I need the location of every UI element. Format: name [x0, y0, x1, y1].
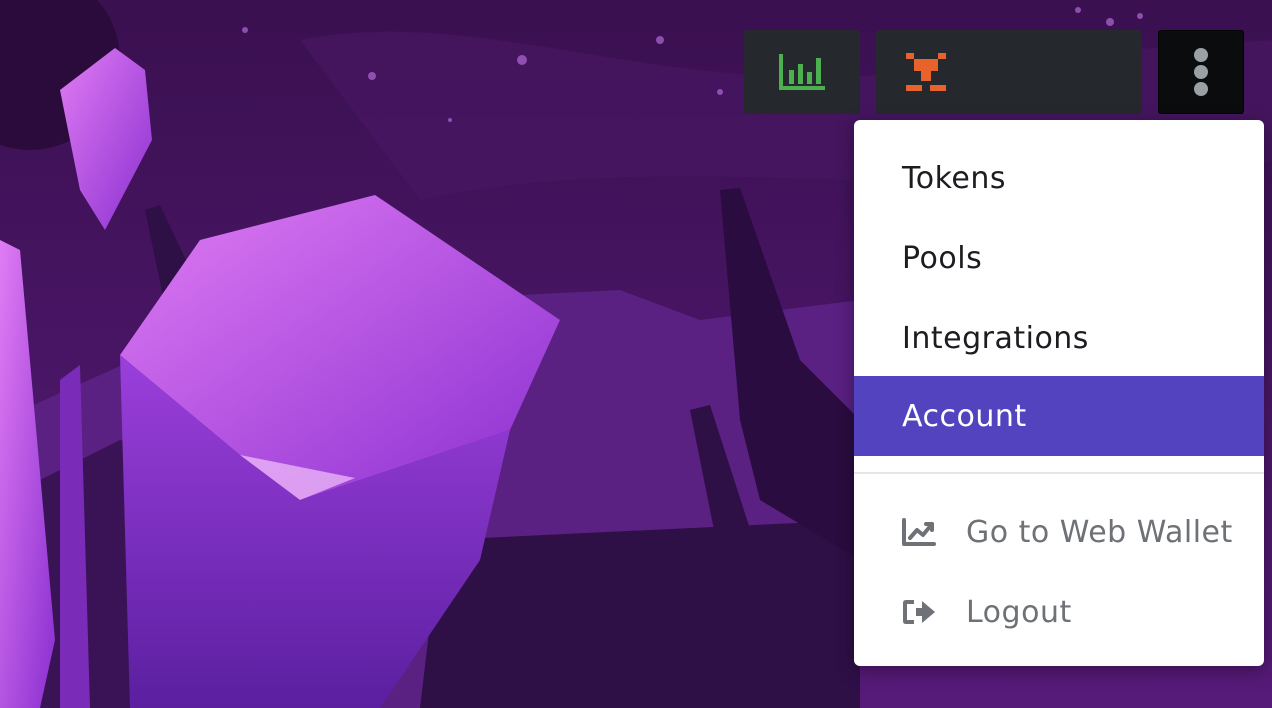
bar-chart-icon	[777, 52, 827, 92]
menu-item-account[interactable]: Account	[854, 376, 1264, 456]
menu-divider	[854, 472, 1264, 474]
line-chart-icon	[902, 518, 936, 546]
bridge-node-icon	[906, 53, 946, 91]
stats-button[interactable]	[744, 30, 860, 114]
menu-item-pools[interactable]: Pools	[854, 218, 1264, 298]
menu-item-logout[interactable]: Logout	[854, 572, 1264, 652]
more-menu-button[interactable]	[1158, 30, 1244, 114]
menu-item-integrations[interactable]: Integrations	[854, 298, 1264, 378]
logout-icon	[902, 598, 936, 626]
dropdown-menu: Tokens Pools Integrations Account Go to …	[854, 120, 1264, 666]
menu-item-label: Logout	[966, 594, 1072, 630]
menu-item-web-wallet[interactable]: Go to Web Wallet	[854, 492, 1264, 572]
menu-item-label: Account	[902, 398, 1027, 434]
menu-item-tokens[interactable]: Tokens	[854, 138, 1264, 218]
menu-item-label: Tokens	[902, 160, 1006, 196]
bridge-button[interactable]	[876, 30, 1142, 114]
menu-item-label: Pools	[902, 240, 983, 276]
menu-item-label: Integrations	[902, 320, 1089, 356]
vertical-dots-icon	[1193, 48, 1209, 96]
menu-item-label: Go to Web Wallet	[966, 514, 1233, 550]
